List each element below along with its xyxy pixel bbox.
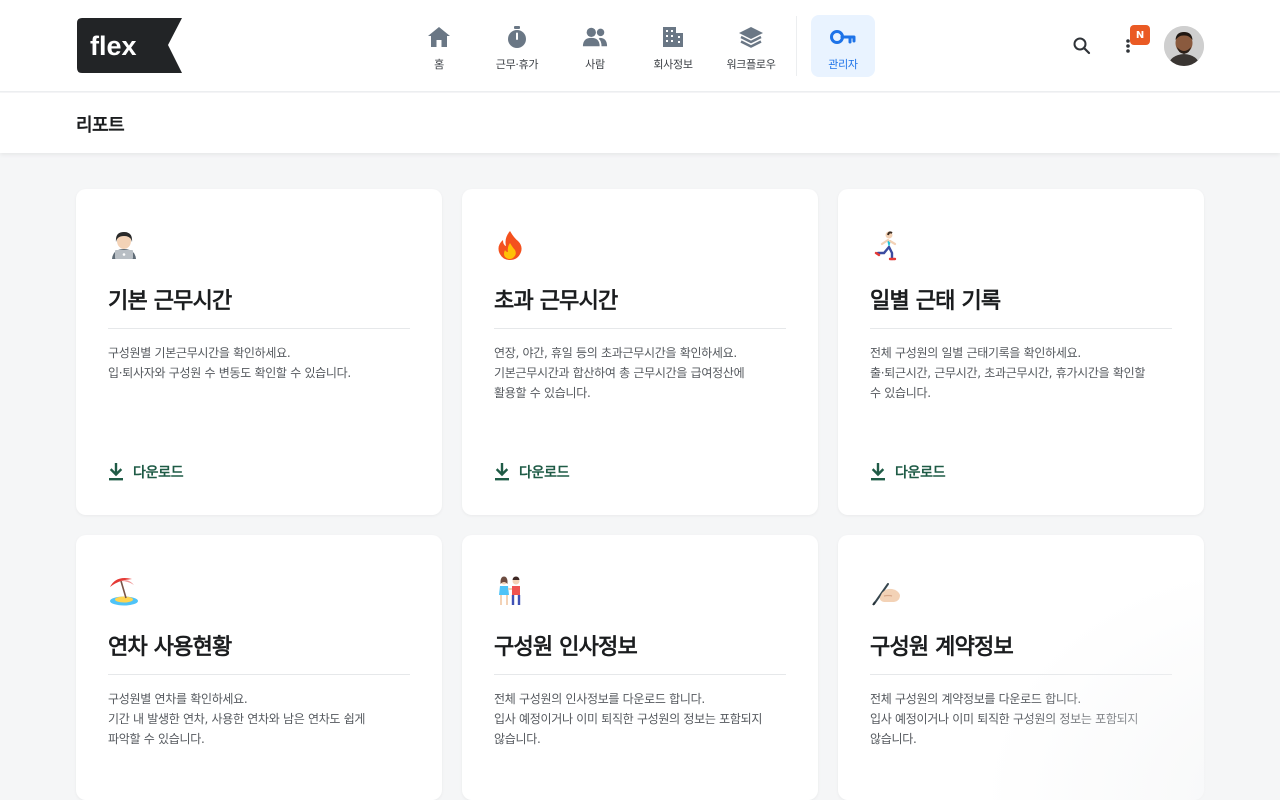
download-button[interactable]: 다운로드	[494, 461, 570, 483]
download-label: 다운로드	[133, 465, 184, 481]
card-divider	[108, 674, 410, 675]
page-title: 리포트	[76, 115, 125, 136]
stopwatch-icon	[504, 24, 530, 50]
nav-item-label: 사람	[585, 58, 605, 71]
card-divider	[870, 674, 1172, 675]
nav-item-home[interactable]: 홈	[400, 15, 478, 77]
nav-item-admin[interactable]: 관리자	[811, 15, 875, 77]
user-avatar[interactable]	[1164, 26, 1204, 66]
download-button[interactable]: 다운로드	[870, 461, 946, 483]
report-card-contract-info: 구성원 계약정보 전체 구성원의 계약정보를 다운로드 합니다. 입사 예정이거…	[838, 535, 1204, 800]
nav-item-workflow[interactable]: 워크플로우	[712, 15, 790, 77]
card-description: 연장, 야간, 휴일 등의 초과근무시간을 확인하세요. 기본근무시간과 합산하…	[494, 346, 745, 400]
card-description: 전체 구성원의 인사정보를 다운로드 합니다. 입사 예정이거나 이미 퇴직한 …	[494, 692, 763, 746]
nav-divider	[796, 16, 797, 76]
report-card-basic-work-hours: 기본 근무시간 구성원별 기본근무시간을 확인하세요. 입·퇴사자와 구성원 수…	[76, 189, 442, 515]
report-card-daily-attendance: 일별 근태 기록 전체 구성원의 일별 근태기록을 확인하세요. 출·퇴근시간,…	[838, 189, 1204, 515]
download-label: 다운로드	[895, 465, 946, 481]
woman-technologist-icon	[108, 229, 140, 261]
download-button[interactable]: 다운로드	[108, 461, 184, 483]
card-description: 구성원별 연차를 확인하세요. 기간 내 발생한 연차, 사용한 연차와 남은 …	[108, 692, 366, 746]
card-divider	[494, 674, 786, 675]
card-divider	[870, 328, 1172, 329]
notification-badge: N	[1130, 25, 1150, 45]
runner-icon	[870, 229, 902, 261]
download-icon	[495, 463, 509, 481]
card-title: 구성원 계약정보	[870, 635, 1014, 660]
card-divider	[494, 328, 786, 329]
people-icon	[582, 24, 608, 50]
download-label: 다운로드	[519, 465, 570, 481]
fire-icon	[494, 229, 526, 261]
nav-item-label: 관리자	[828, 58, 858, 71]
card-title: 구성원 인사정보	[494, 635, 638, 660]
nav-item-label: 홈	[434, 58, 444, 71]
top-navigation-bar: flex 홈 근무·휴가 사람 회사정보 워크플로우 관리자 N	[0, 0, 1280, 92]
card-description: 전체 구성원의 일별 근태기록을 확인하세요. 출·퇴근시간, 근무시간, 초과…	[870, 346, 1146, 400]
nav-item-label: 회사정보	[653, 58, 693, 71]
writing-hand-icon	[870, 575, 902, 607]
card-description: 구성원별 기본근무시간을 확인하세요. 입·퇴사자와 구성원 수 변동도 확인할…	[108, 346, 351, 380]
logo-text: flex	[90, 31, 137, 61]
nav-item-work-leave[interactable]: 근무·휴가	[478, 15, 556, 77]
building-icon	[660, 24, 686, 50]
search-icon	[1073, 37, 1091, 55]
nav-item-label: 근무·휴가	[495, 58, 539, 71]
card-title: 연차 사용현황	[108, 635, 232, 660]
card-divider	[108, 328, 410, 329]
nav-item-company-info[interactable]: 회사정보	[634, 15, 712, 77]
nav-item-people[interactable]: 사람	[556, 15, 634, 77]
flex-logo[interactable]: flex	[76, 17, 184, 74]
nav-item-label: 워크플로우	[726, 58, 776, 71]
couple-icon	[494, 575, 526, 607]
home-icon	[426, 24, 452, 50]
main-nav: 홈 근무·휴가 사람 회사정보 워크플로우 관리자	[400, 15, 875, 77]
card-title: 일별 근태 기록	[870, 289, 1001, 314]
beach-umbrella-icon	[108, 575, 140, 607]
download-icon	[109, 463, 123, 481]
report-card-hr-info: 구성원 인사정보 전체 구성원의 인사정보를 다운로드 합니다. 입사 예정이거…	[462, 535, 818, 800]
report-card-annual-leave-usage: 연차 사용현황 구성원별 연차를 확인하세요. 기간 내 발생한 연차, 사용한…	[76, 535, 442, 800]
card-description: 전체 구성원의 계약정보를 다운로드 합니다. 입사 예정이거나 이미 퇴직한 …	[870, 692, 1139, 746]
report-card-overtime-hours: 초과 근무시간 연장, 야간, 휴일 등의 초과근무시간을 확인하세요. 기본근…	[462, 189, 818, 515]
card-title: 기본 근무시간	[108, 289, 232, 314]
page-header: 리포트	[0, 93, 1280, 153]
card-title: 초과 근무시간	[494, 289, 618, 314]
key-icon	[830, 24, 856, 50]
download-icon	[871, 463, 885, 481]
search-button[interactable]	[1070, 34, 1094, 58]
layers-icon	[738, 24, 764, 50]
